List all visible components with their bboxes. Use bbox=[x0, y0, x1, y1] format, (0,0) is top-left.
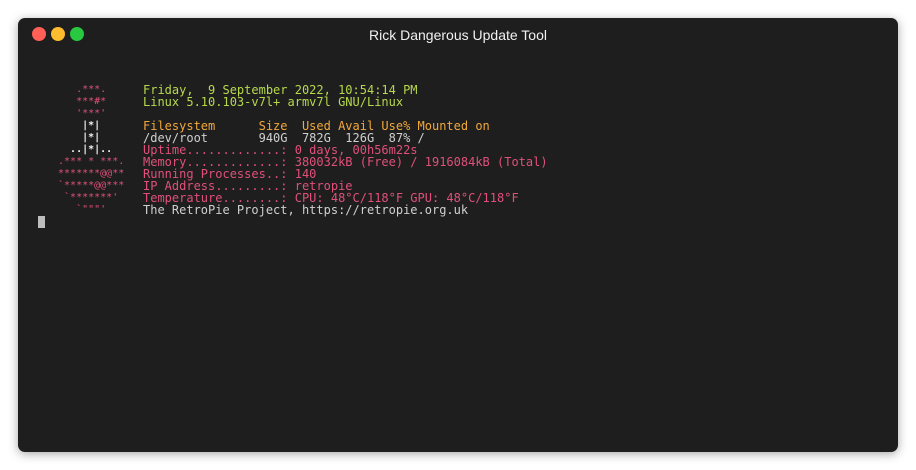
footer-line: The RetroPie Project, https://retropie.o… bbox=[143, 203, 469, 217]
logo-line: `*******' bbox=[52, 192, 131, 203]
logo-line: ***#* bbox=[52, 96, 131, 107]
logo-line: '***' bbox=[52, 108, 131, 119]
logo-line: .***. bbox=[52, 84, 131, 95]
logo-line: ..|*|.. bbox=[52, 144, 131, 155]
logo-line: `*****@@*** bbox=[52, 180, 131, 191]
logo-line: *******@@** bbox=[52, 168, 131, 179]
logo-line: |*| bbox=[52, 120, 131, 131]
logo-line: |*| bbox=[52, 132, 131, 143]
terminal-output[interactable]: .***. ***#* '***' |*| |*| ..|*|.. .*** *… bbox=[18, 18, 898, 452]
kernel-line: Linux 5.10.103-v7l+ armv7l GNU/Linux bbox=[143, 95, 404, 109]
logo-line: .*** * ***. bbox=[52, 156, 131, 167]
logo-line: `"""' bbox=[52, 204, 131, 215]
retropie-logo-art: .***. ***#* '***' |*| |*| ..|*|.. .*** *… bbox=[52, 84, 130, 216]
terminal-window: Rick Dangerous Update Tool .***. ***#* '… bbox=[18, 18, 898, 452]
terminal-cursor bbox=[38, 216, 45, 228]
